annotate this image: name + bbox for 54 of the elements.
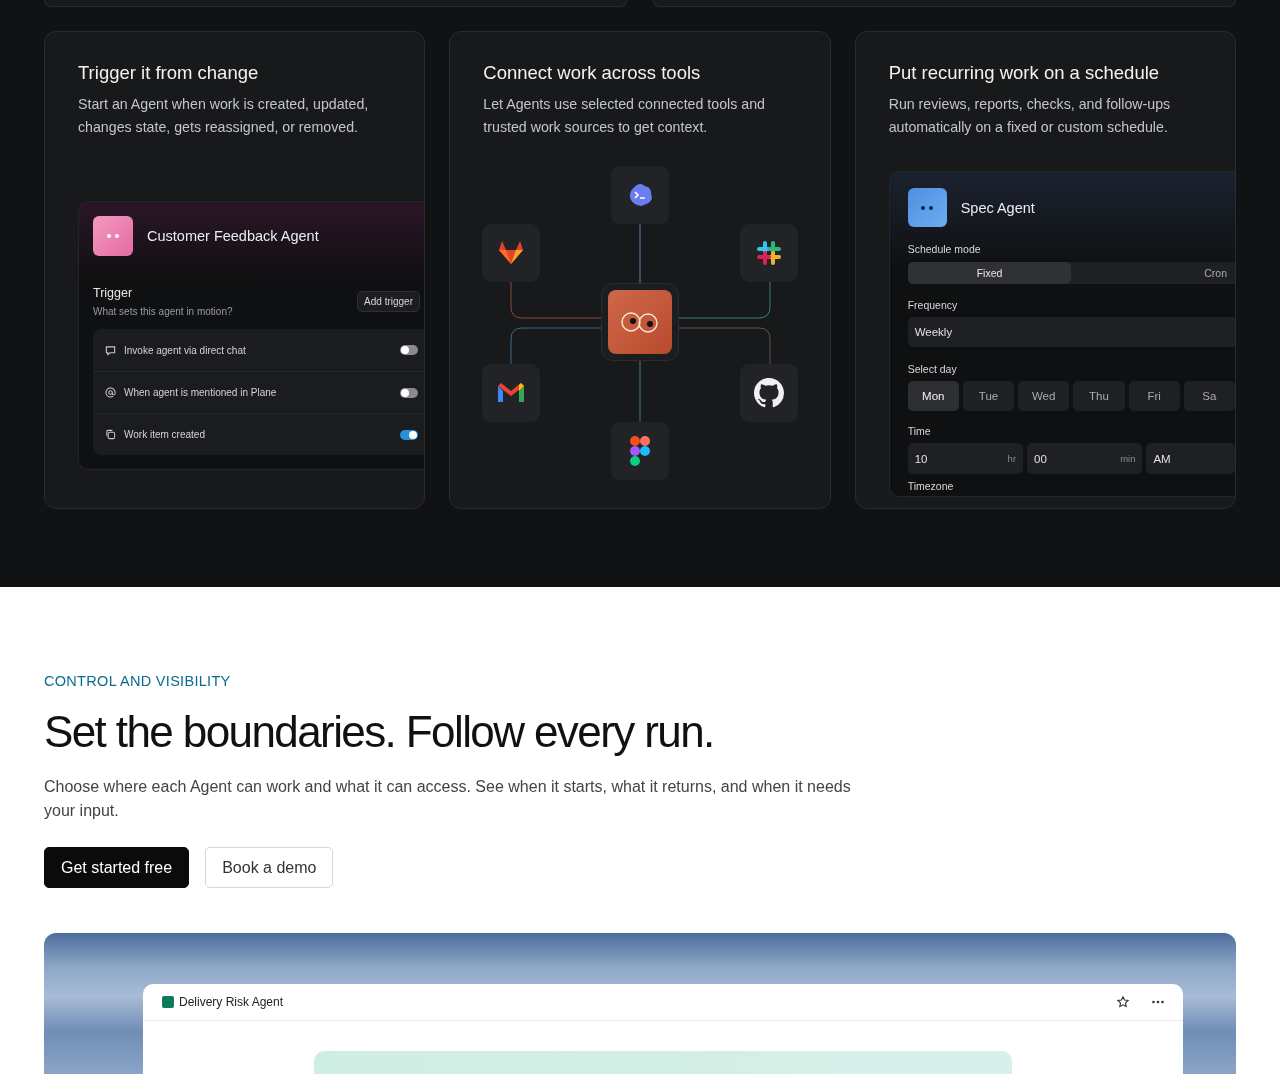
period-select[interactable]: AM (1146, 443, 1235, 474)
day-button[interactable]: Thu (1073, 381, 1125, 411)
trigger-option-label: Work item created (124, 429, 206, 440)
trigger-label: Trigger (93, 286, 134, 300)
card-description: Start an Agent when work is created, updated, changes state, gets reassigned, or removed. (78, 95, 370, 137)
agent-avatar (93, 216, 133, 256)
fox-logo-icon (497, 240, 526, 266)
field-label: Schedule mode (907, 243, 982, 255)
hour-field[interactable]: 10 hr (907, 443, 1024, 474)
hash-logo-icon (755, 239, 784, 267)
day-button[interactable]: Mon (907, 381, 959, 411)
section-heading: Set the boundaries. Follow every run. (44, 707, 715, 757)
mode-tab[interactable]: Cron (1071, 262, 1235, 284)
card-description: Let Agents use selected connected tools and trusted work sources to get context. (483, 95, 766, 137)
toggle-switch[interactable] (400, 429, 418, 440)
star-icon[interactable] (1116, 995, 1130, 1009)
trigger-hint: What sets this agent in motion? (93, 306, 233, 317)
day-button[interactable]: Wed (1018, 381, 1070, 411)
minute-field[interactable]: 00 min (1027, 443, 1143, 474)
trigger-option-label: Invoke agent via direct chat (124, 344, 247, 356)
section-eyebrow: CONTROL AND VISIBILITY (44, 673, 232, 689)
get-started-button[interactable]: Get started free (44, 847, 190, 888)
cat-logo-icon (754, 378, 785, 408)
day-button[interactable]: Fri (1128, 381, 1180, 411)
shapes-logo-icon (630, 436, 651, 466)
agent-icon (162, 996, 174, 1008)
agent-name: Spec Agent (960, 199, 1035, 216)
card-description: Run reviews, reports, checks, and follow-ups automatically on a fixed or custom schedule. (888, 95, 1172, 137)
day-button[interactable]: Sa (1183, 381, 1235, 411)
card-title: Trigger it from change (78, 62, 260, 84)
field-label: Frequency (907, 299, 959, 311)
section-body: Choose where each Agent can work and what it can access. See when it starts, what it returns, and when it needs your input. (44, 777, 852, 821)
agent-name: Customer Feedback Agent (147, 228, 319, 244)
chat-icon (105, 344, 116, 356)
field-label: Select day (907, 363, 958, 375)
add-trigger-button[interactable]: Add trigger (357, 291, 420, 312)
connector-line (639, 223, 641, 284)
window-title: Delivery Risk Agent (179, 995, 285, 1009)
demo-button[interactable]: Book a demo (205, 847, 334, 888)
field-label: Timezone (907, 480, 955, 492)
stack-icon (105, 429, 116, 440)
frequency-select[interactable]: Weekly (907, 317, 1235, 347)
mail-logo-icon (496, 382, 527, 404)
field-label: Time (907, 425, 932, 437)
at-sign-icon (105, 387, 116, 398)
mode-tab[interactable]: Fixed (907, 262, 1072, 284)
card-title: Put recurring work on a schedule (888, 62, 1161, 84)
connector-line (639, 360, 641, 423)
toggle-switch[interactable] (400, 345, 418, 355)
card-title: Connect work across tools (483, 62, 702, 84)
day-button[interactable]: Tue (962, 381, 1015, 411)
toggle-switch[interactable] (400, 387, 418, 398)
agent-avatar (907, 188, 947, 227)
trigger-option-label: When agent is mentioned in Plane (124, 387, 278, 398)
